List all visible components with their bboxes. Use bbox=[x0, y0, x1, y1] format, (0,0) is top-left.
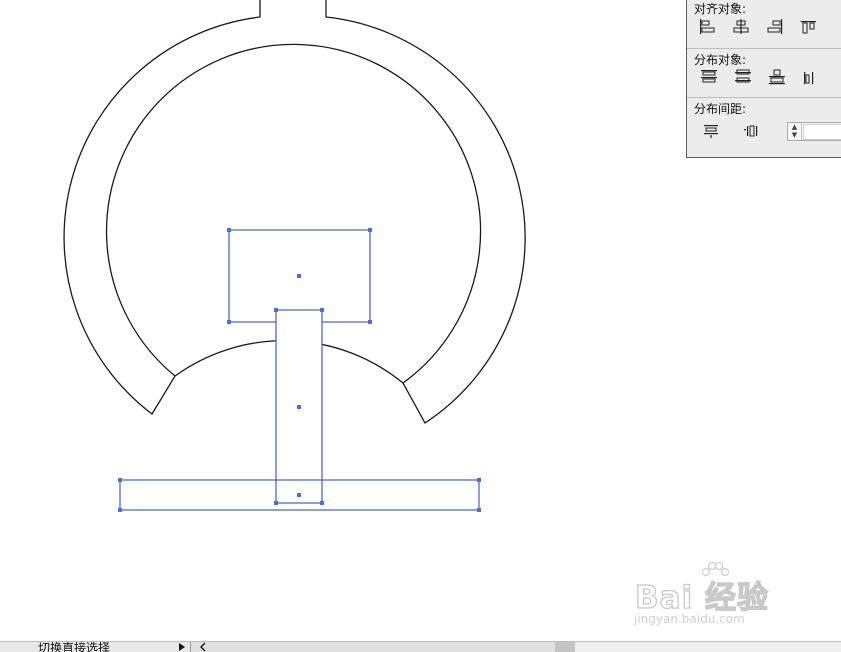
horizontal-align-left-icon[interactable] bbox=[697, 18, 717, 36]
anchor-point bbox=[118, 478, 122, 482]
status-tool-label: 切换直接选择 bbox=[38, 641, 111, 652]
align-panel: 对齐对象: 分布对象: 分布间距: ▲ ▼ bbox=[686, 0, 841, 158]
horizontal-distribute-space-icon[interactable] bbox=[741, 122, 761, 140]
anchor-point bbox=[477, 508, 481, 512]
watermark-logo: Bai 经验 bbox=[634, 579, 769, 616]
anchor-point bbox=[227, 228, 231, 232]
vertical-distribute-top-icon[interactable] bbox=[699, 68, 719, 86]
anchor-point bbox=[368, 320, 372, 324]
spacing-value-input[interactable] bbox=[803, 124, 841, 140]
distribute-objects-section: 分布对象: bbox=[687, 48, 841, 85]
horizontal-align-right-icon[interactable] bbox=[765, 18, 785, 36]
horizontal-align-center-icon[interactable] bbox=[731, 18, 751, 36]
vertical-distribute-center-icon[interactable] bbox=[733, 68, 753, 86]
stem-rect-selection[interactable] bbox=[274, 308, 324, 505]
anchor-point bbox=[320, 308, 324, 312]
center-point bbox=[297, 274, 301, 278]
distribute-spacing-section: 分布间距: ▲ ▼ bbox=[687, 97, 841, 141]
anchor-point bbox=[274, 501, 278, 505]
anchor-point bbox=[320, 501, 324, 505]
vertical-align-top-icon[interactable] bbox=[799, 18, 819, 36]
anchor-point bbox=[274, 308, 278, 312]
horizontal-distribute-left-icon[interactable] bbox=[801, 68, 821, 86]
watermark-url: jingyan.baidu.com bbox=[634, 612, 745, 626]
distribute-spacing-label: 分布间距: bbox=[694, 102, 747, 116]
distribute-objects-label: 分布对象: bbox=[694, 53, 747, 67]
vertical-distribute-bottom-icon[interactable] bbox=[767, 68, 787, 86]
center-point bbox=[297, 405, 301, 409]
align-objects-label: 对齐对象: bbox=[694, 2, 747, 16]
anchor-point bbox=[477, 478, 481, 482]
spin-arrows-icon[interactable]: ▲ ▼ bbox=[788, 123, 802, 140]
status-bar: 切换直接选择 bbox=[0, 641, 841, 652]
anchor-point bbox=[118, 508, 122, 512]
spacing-value-field[interactable]: ▲ ▼ bbox=[787, 122, 841, 141]
vertical-distribute-space-icon[interactable] bbox=[701, 122, 721, 140]
anchor-point bbox=[227, 320, 231, 324]
baidu-watermark: Bai 经验 jingyan.baidu.com bbox=[630, 560, 810, 630]
anchor-point bbox=[368, 228, 372, 232]
center-point bbox=[297, 493, 301, 497]
